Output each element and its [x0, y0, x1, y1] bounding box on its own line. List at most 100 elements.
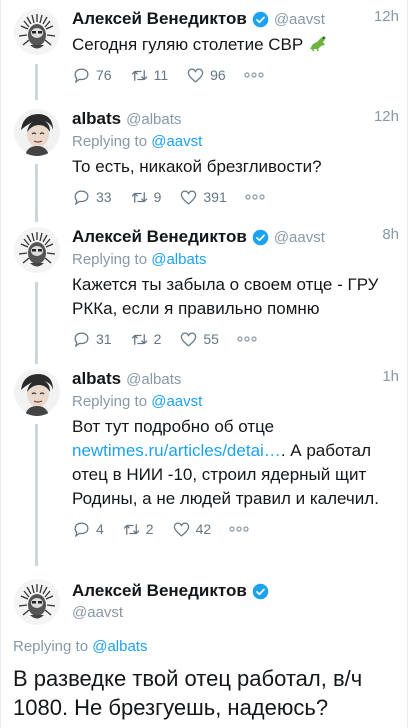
author-handle[interactable]: @aavst: [274, 229, 325, 246]
replying-to-handle-link[interactable]: @aavst: [151, 133, 202, 150]
replying-to-label: Replying to: [72, 133, 148, 150]
replying-to-label: Replying to: [72, 251, 148, 268]
reply-count: 33: [96, 189, 112, 205]
focused-tweet-header: Алексей Венедиктов @aavst: [72, 580, 399, 621]
verified-badge-icon: [252, 583, 269, 600]
reply-icon: [74, 522, 89, 537]
retweet-count: 9: [153, 189, 162, 205]
reply-button[interactable]: 76: [72, 66, 112, 85]
tweet-header: albats @albats 12h: [72, 108, 399, 130]
thread-connector: [35, 64, 38, 100]
retweet-button[interactable]: 2: [130, 330, 162, 349]
reply-count: 76: [96, 67, 112, 83]
more-dots-icon: [237, 336, 257, 342]
retweet-button[interactable]: 9: [130, 188, 162, 207]
like-button[interactable]: 96: [186, 66, 226, 85]
retweet-icon: [131, 69, 147, 81]
tweet-thread: Алексей Венедиктов @aavst 12h Сегодня гу…: [0, 0, 408, 728]
tweet-text: Сегодня гуляю столетие СВР: [72, 33, 399, 57]
tweet-2[interactable]: albats @albats 12h Replying to @aavst То…: [1, 108, 408, 222]
venediktov-avatar[interactable]: [13, 8, 61, 56]
like-button[interactable]: 391: [179, 188, 227, 207]
tweet-header: albats @albats 1h: [72, 368, 399, 390]
retweet-button[interactable]: 2: [122, 520, 154, 539]
heart-icon: [181, 190, 197, 205]
reply-icon: [74, 332, 89, 347]
replying-to-label: Replying to: [72, 393, 148, 410]
heart-icon: [187, 68, 204, 83]
venediktov-avatar[interactable]: [13, 578, 61, 626]
venediktov-avatar[interactable]: [13, 226, 61, 274]
more-button[interactable]: [245, 193, 270, 201]
tweet-text-content: Сегодня гуляю столетие СВР: [72, 35, 304, 54]
tweet-text: То есть, никакой брезгливости?: [72, 157, 322, 176]
more-button[interactable]: [237, 335, 262, 343]
retweet-count: 11: [153, 67, 169, 83]
author-name[interactable]: albats: [72, 369, 121, 389]
retweet-icon: [131, 191, 147, 203]
tweet-actions: 31 2 55: [72, 329, 399, 349]
like-count: 42: [195, 521, 212, 537]
more-dots-icon: [229, 526, 249, 532]
tweet-time[interactable]: 8h: [382, 226, 399, 243]
thread-connector: [35, 424, 38, 566]
replying-to-label: Replying to: [13, 638, 89, 655]
tweet-1[interactable]: Алексей Венедиктов @aavst 12h Сегодня гу…: [1, 8, 408, 100]
thread-connector: [35, 164, 38, 222]
author-name[interactable]: Алексей Венедиктов: [72, 581, 247, 601]
reply-count: 4: [96, 521, 104, 537]
tweet-time[interactable]: 1h: [382, 368, 399, 385]
reply-count: 31: [96, 331, 112, 347]
tweet-header: Алексей Венедиктов @aavst 12h: [72, 8, 399, 30]
tweet-body: Алексей Венедиктов @aavst 8h Replying to…: [72, 226, 399, 349]
replying-to: Replying to @albats: [72, 250, 399, 270]
more-button[interactable]: [229, 525, 254, 533]
reply-button[interactable]: 33: [72, 188, 112, 207]
tweet-time[interactable]: 12h: [374, 108, 399, 125]
tweet-header: Алексей Венедиктов: [72, 580, 399, 602]
author-handle[interactable]: @albats: [126, 371, 181, 388]
more-button[interactable]: [244, 71, 269, 79]
thread-connector: [35, 282, 38, 364]
replying-to: Replying to @aavst: [72, 132, 399, 152]
albats-avatar[interactable]: [13, 108, 61, 156]
replying-to-handle-link[interactable]: @albats: [151, 251, 206, 268]
replying-to-handle-link[interactable]: @albats: [92, 638, 147, 655]
author-handle[interactable]: @aavst: [72, 604, 399, 621]
heart-icon: [173, 522, 189, 537]
like-count: 96: [210, 67, 226, 83]
tweet-text: Кажется ты забыла о своем отце - ГРУ РКК…: [72, 275, 379, 318]
more-dots-icon: [244, 72, 264, 78]
tweet-actions: 4 2 42: [72, 519, 399, 539]
reply-icon: [74, 68, 89, 83]
author-handle[interactable]: @albats: [126, 111, 181, 128]
retweet-button[interactable]: 11: [130, 66, 169, 85]
verified-badge-icon: [252, 229, 269, 246]
replying-to: Replying to @albats: [13, 638, 147, 655]
like-count: 391: [203, 189, 227, 205]
author-name[interactable]: Алексей Венедиктов: [72, 9, 247, 29]
reply-button[interactable]: 4: [72, 520, 104, 539]
tweet-time[interactable]: 12h: [374, 8, 399, 25]
tweet-4[interactable]: albats @albats 1h Replying to @aavst Вот…: [1, 368, 408, 566]
like-count: 55: [203, 331, 219, 347]
albats-avatar[interactable]: [13, 368, 61, 416]
tweet-actions: 33 9 391: [72, 187, 399, 207]
replying-to: Replying to @aavst: [72, 392, 399, 412]
like-button[interactable]: 55: [179, 330, 219, 349]
like-button[interactable]: 42: [172, 520, 212, 539]
tweet-actions: 76 11 96: [72, 65, 399, 85]
more-dots-icon: [245, 194, 265, 200]
author-name[interactable]: albats: [72, 109, 121, 129]
reply-icon: [74, 190, 89, 205]
article-link[interactable]: newtimes.ru/articles/detai…: [72, 441, 281, 460]
tweet-3[interactable]: Алексей Венедиктов @aavst 8h Replying to…: [1, 226, 408, 364]
reply-button[interactable]: 31: [72, 330, 112, 349]
tweet-text: Вот тут подробно об отце newtimes.ru/art…: [72, 415, 399, 511]
author-handle[interactable]: @aavst: [274, 11, 325, 28]
author-name[interactable]: Алексей Венедиктов: [72, 227, 247, 247]
verified-badge-icon: [252, 11, 269, 28]
tweet-text-before-link: Вот тут подробно об отце: [72, 417, 275, 436]
replying-to-handle-link[interactable]: @aavst: [151, 393, 202, 410]
retweet-count: 2: [153, 331, 162, 347]
